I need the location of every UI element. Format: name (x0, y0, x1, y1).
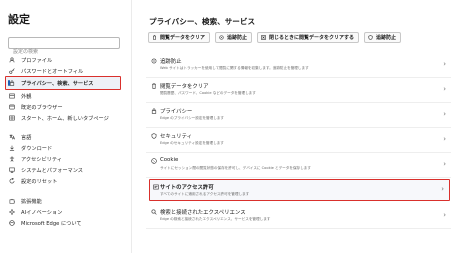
quick-actions: 閲覧データをクリア 追跡防止 閉じるときに閲覧データをクリアする 追跡防止 (148, 32, 402, 43)
sidebar-item-label: AIイノベーション (21, 209, 63, 216)
row-security[interactable]: セキュリティ Edge のセキュリティ設定を管理します › (146, 128, 451, 153)
page-title: プライバシー、検索、サービス (149, 17, 256, 26)
quick-clear-data-button[interactable]: 閲覧データをクリア (148, 32, 211, 43)
clear-data-icon (151, 83, 157, 89)
row-search-connected[interactable]: 検索と接続されたエクスペリエンス Edge の検索と接続されたエクスペリエンス、… (146, 204, 451, 229)
row-title: セキュリティ (160, 134, 193, 140)
sidebar-item-profile[interactable]: プロファイル (6, 55, 124, 65)
row-title: サイトのアクセス許可 (160, 185, 214, 191)
sidebar-item-label: ダウンロード (21, 145, 53, 152)
edge-icon (9, 220, 15, 226)
privacy-icon (151, 108, 157, 114)
shield-icon (368, 35, 373, 40)
quick-action-label: 追跡防止 (227, 35, 248, 41)
sidebar-item-label: システムとパフォーマンス (21, 167, 83, 174)
home-icon (9, 115, 15, 121)
sidebar-item-label: アクセシビリティ (21, 156, 62, 163)
sidebar-item-default-browser[interactable]: 既定のブラウザー (6, 102, 124, 112)
sidebar-divider (131, 0, 132, 253)
row-description: サイトにセッション間の閲覧状態の保存を許可し、デバイスに Cookie とデータ… (160, 166, 311, 170)
sidebar-item-about-edge[interactable]: Microsoft Edge について (6, 218, 124, 228)
ai-icon (9, 209, 15, 215)
row-description: Edge のセキュリティ設定を管理します (160, 141, 224, 145)
row-privacy[interactable]: プライバシー Edge のプライバシー設定を管理します › (146, 103, 451, 128)
settings-search-box[interactable] (8, 37, 120, 57)
cookie-icon (151, 158, 157, 164)
quick-tracking-button[interactable]: 追跡防止 (215, 32, 253, 43)
reset-icon (9, 178, 15, 184)
active-indicator (8, 80, 10, 86)
clear-data-icon (152, 35, 157, 40)
sidebar-item-privacy[interactable]: プライバシー、検索、サービス (5, 76, 121, 90)
row-title: プライバシー (160, 109, 193, 115)
row-title: 追跡防止 (160, 59, 182, 65)
tracking-icon (219, 35, 224, 40)
sidebar-item-label: プライバシー、検索、サービス (21, 80, 94, 87)
sidebar-item-downloads[interactable]: ダウンロード (6, 143, 124, 153)
quick-clear-on-close-button[interactable]: 閉じるときに閲覧データをクリアする (257, 32, 360, 43)
sidebar: 設定 プロファイル パスワードとオートフィル プライバシー、検索、サービス 外観… (0, 0, 131, 253)
extensions-icon (9, 198, 15, 204)
chevron-right-icon: › (443, 110, 446, 118)
system-icon (9, 167, 15, 173)
sidebar-item-ai-innovation[interactable]: AIイノベーション (6, 207, 124, 217)
language-icon (9, 134, 15, 140)
row-site-permissions[interactable]: サイトのアクセス許可 すべてのサイトに適用されるアクセス許可を管理します › (149, 179, 450, 201)
close-clear-icon (261, 35, 266, 40)
sidebar-item-label: 既定のブラウザー (21, 104, 63, 111)
settings-title: 設定 (8, 13, 30, 26)
chevron-right-icon: › (443, 211, 446, 219)
sidebar-item-start-home[interactable]: スタート、ホーム、新しいタブページ (6, 113, 124, 123)
sidebar-item-label: Microsoft Edge について (21, 220, 82, 227)
tracking-icon (151, 58, 157, 64)
sidebar-item-label: 言語 (21, 134, 32, 141)
chevron-right-icon: › (443, 135, 446, 143)
chevron-right-icon: › (441, 185, 444, 193)
quick-action-label: 追跡防止 (376, 35, 397, 41)
row-cookie[interactable]: Cookie サイトにセッション間の閲覧状態の保存を許可し、デバイスに Cook… (146, 153, 451, 178)
key-icon (9, 68, 15, 74)
quick-action-label: 閉じるときに閲覧データをクリアする (269, 35, 355, 41)
row-title: 閲覧データをクリア (160, 84, 209, 90)
chevron-right-icon: › (443, 160, 446, 168)
appearance-icon (9, 93, 15, 99)
row-description: 閲覧履歴、パスワード、Cookie などのデータを管理します (160, 91, 256, 95)
row-description: Edge の検索と接続されたエクスペリエンス、サービスを管理します (160, 217, 271, 221)
quick-action-label: 閲覧データをクリア (160, 35, 206, 41)
download-icon (9, 145, 15, 151)
sidebar-item-reset[interactable]: 設定のリセット (6, 176, 124, 186)
chevron-right-icon: › (443, 85, 446, 93)
browser-icon (9, 104, 15, 110)
row-description: Edge のプライバシー設定を管理します (160, 116, 225, 120)
row-title: 検索と接続されたエクスペリエンス (160, 210, 246, 216)
row-tracking-prevention[interactable]: 追跡防止 Web サイトはトラッカーを使用して閲覧に関する情報を収集します。追跡… (146, 53, 451, 78)
security-icon (151, 133, 157, 139)
row-description: すべてのサイトに適用されるアクセス許可を管理します (160, 192, 250, 196)
sidebar-item-extensions[interactable]: 拡張機能 (6, 196, 124, 206)
sidebar-item-passwords[interactable]: パスワードとオートフィル (6, 66, 124, 76)
sidebar-item-language[interactable]: 言語 (6, 132, 124, 142)
sidebar-item-system[interactable]: システムとパフォーマンス (6, 165, 124, 175)
sidebar-item-label: 拡張機能 (21, 198, 42, 205)
profile-icon (9, 57, 15, 63)
sidebar-item-label: 設定のリセット (21, 178, 58, 185)
quick-tracking-prevention-button[interactable]: 追跡防止 (364, 32, 402, 43)
lock-icon (9, 80, 15, 86)
sidebar-item-label: スタート、ホーム、新しいタブページ (21, 115, 109, 122)
sidebar-item-accessibility[interactable]: アクセシビリティ (6, 154, 124, 164)
row-description: Web サイトはトラッカーを使用して閲覧に関する情報を収集します。追跡防止を管理… (160, 66, 309, 70)
sidebar-item-label: プロファイル (21, 57, 53, 64)
search-icon (151, 209, 157, 215)
sidebar-item-label: 外観 (21, 93, 32, 100)
chevron-right-icon: › (443, 60, 446, 68)
sidebar-item-label: パスワードとオートフィル (21, 68, 84, 75)
accessibility-icon (9, 156, 15, 162)
site-permissions-icon (153, 184, 159, 190)
row-clear-browsing-data[interactable]: 閲覧データをクリア 閲覧履歴、パスワード、Cookie などのデータを管理します… (146, 78, 451, 103)
row-title: Cookie (160, 157, 179, 163)
sidebar-item-appearance[interactable]: 外観 (6, 91, 124, 101)
